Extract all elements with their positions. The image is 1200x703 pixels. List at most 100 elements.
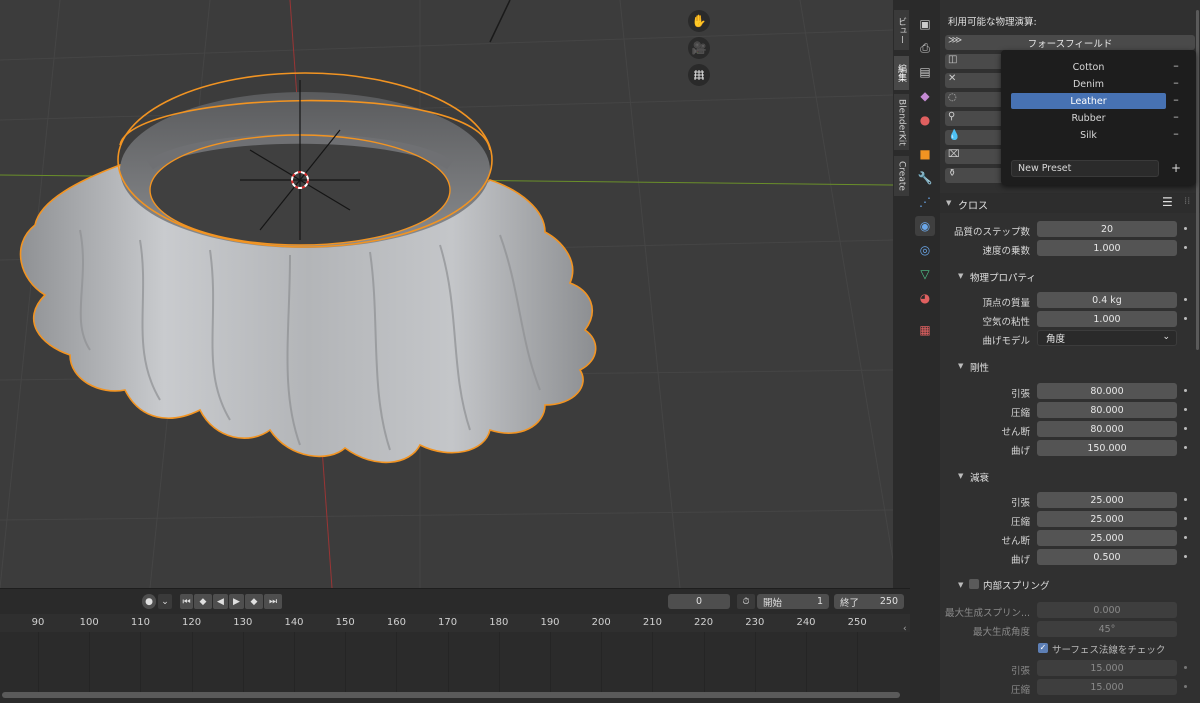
internal-springs-header[interactable]: 内部スプリング [983, 578, 1050, 592]
keyframe-dot[interactable] [1184, 498, 1187, 501]
collapse-arrow-icon: ▼ [946, 199, 952, 207]
keyframe-dot[interactable] [1184, 685, 1187, 688]
next-keyframe-icon[interactable]: ◆ [245, 594, 263, 609]
keyframe-dot[interactable] [1184, 389, 1187, 392]
spring-compression-field[interactable]: 15.000 [1037, 679, 1177, 695]
keyframe-dot[interactable] [1184, 517, 1187, 520]
jump-start-icon[interactable]: ⏮ [180, 594, 193, 609]
keyframe-dot[interactable] [1184, 427, 1187, 430]
stiffness-compression-field[interactable]: 80.000 [1037, 402, 1177, 418]
stiffness-shear-field[interactable]: 80.000 [1037, 421, 1177, 437]
start-frame-field[interactable]: 開始 1 [757, 594, 829, 609]
keyframe-dot[interactable] [1184, 246, 1187, 249]
collapse-arrow-icon[interactable]: ▼ [958, 581, 963, 589]
world-icon[interactable]: ● [915, 110, 935, 130]
constraints-icon[interactable]: ◎ [915, 240, 935, 260]
frame-ruler[interactable]: 90 100 110 120 130 140 150 160 170 180 190 200 210 22… [0, 614, 910, 632]
physical-properties-header[interactable]: 物理プロパティ [970, 270, 1036, 284]
quality-steps-field[interactable]: 20 [1037, 221, 1177, 237]
keyframe-dot[interactable] [1184, 408, 1187, 411]
grid-icon[interactable] [688, 64, 710, 86]
preset-item-leather[interactable]: Leather [1011, 93, 1166, 109]
remove-preset-button[interactable]: – [1171, 93, 1181, 106]
properties-scrollbar[interactable] [1196, 10, 1199, 350]
tab-blenderkit[interactable]: BlenderKit [894, 94, 909, 150]
collapse-arrow-icon[interactable]: ▼ [958, 472, 963, 480]
preset-item-denim[interactable]: Denim [1011, 76, 1166, 92]
collapse-arrow-icon[interactable]: ▼ [958, 362, 963, 370]
stiffness-bending-field[interactable]: 150.000 [1037, 440, 1177, 456]
output-icon[interactable]: ⎙ [915, 38, 935, 58]
preset-item-cotton[interactable]: Cotton [1011, 59, 1166, 75]
preset-item-rubber[interactable]: Rubber [1011, 110, 1166, 126]
fluid-icon: 💧 [948, 130, 961, 141]
keyframe-dot[interactable] [1184, 666, 1187, 669]
remove-preset-button[interactable]: – [1171, 110, 1181, 123]
chevron-down-icon[interactable]: ⌄ [158, 594, 172, 609]
stiffness-header[interactable]: 剛性 [970, 360, 989, 374]
keyframe-dot[interactable] [1184, 298, 1187, 301]
texture-icon[interactable]: ▦ [915, 320, 935, 340]
timeline-scrollbar[interactable] [2, 692, 900, 698]
keyframe-dot[interactable] [1184, 317, 1187, 320]
cloth-panel-header[interactable]: ▼ クロス ☰ ⁞⁞ [940, 193, 1200, 213]
view-layer-icon[interactable]: ▤ [915, 62, 935, 82]
damping-header[interactable]: 減衰 [970, 470, 989, 484]
tab-edit[interactable]: 編集 [894, 56, 909, 90]
modifier-icon[interactable]: 🔧 [915, 168, 935, 188]
remove-preset-button[interactable]: – [1171, 59, 1181, 72]
internal-springs-checkbox[interactable] [969, 579, 979, 589]
check-normals-checkbox[interactable]: ✓ [1038, 643, 1048, 653]
3d-viewport[interactable]: ✋ 🎥 [0, 0, 893, 588]
keyframe-dot[interactable] [1184, 227, 1187, 230]
data-icon[interactable]: ▽ [915, 264, 935, 284]
tab-view[interactable]: ビュー [894, 10, 909, 50]
remove-preset-button[interactable]: – [1171, 76, 1181, 89]
scene-canvas[interactable] [0, 0, 893, 588]
particles-icon[interactable]: ⋰ [915, 192, 935, 212]
keyframe-dot[interactable] [1184, 536, 1187, 539]
hand-icon[interactable]: ✋ [688, 10, 710, 32]
drag-handle-icon[interactable]: ⁞⁞ [1184, 196, 1190, 207]
preset-list-icon[interactable]: ☰ [1162, 195, 1173, 209]
spring-tension-field[interactable]: 15.000 [1037, 660, 1177, 676]
damping-tension-field[interactable]: 25.000 [1037, 492, 1177, 508]
max-creation-angle-field[interactable]: 45° [1037, 621, 1177, 637]
render-icon[interactable]: ▣ [915, 14, 935, 34]
remove-preset-button[interactable]: – [1171, 127, 1181, 140]
preset-item-silk[interactable]: Silk [1011, 127, 1166, 143]
physics-icon[interactable]: ◉ [915, 216, 935, 236]
damping-compression-field[interactable]: 25.000 [1037, 511, 1177, 527]
add-preset-button[interactable]: + [1169, 161, 1183, 175]
damping-bending-field[interactable]: 0.500 [1037, 549, 1177, 565]
keyframe-dot[interactable] [1184, 446, 1187, 449]
rigid-body-icon: ⌧ [948, 149, 960, 160]
speed-multiplier-field[interactable]: 1.000 [1037, 240, 1177, 256]
max-spring-length-field[interactable]: 0.000 [1037, 602, 1177, 618]
play-icon[interactable]: ▶ [229, 594, 244, 609]
record-button[interactable]: ● [142, 594, 156, 609]
vertex-mass-field[interactable]: 0.4 kg [1037, 292, 1177, 308]
keyframe-dot[interactable] [1184, 555, 1187, 558]
object-icon[interactable]: ■ [915, 144, 935, 164]
tab-create[interactable]: Create [894, 156, 909, 196]
stiffness-tension-field[interactable]: 80.000 [1037, 383, 1177, 399]
prev-keyframe-icon[interactable]: ◆ [194, 594, 212, 609]
jump-end-icon[interactable]: ⏭ [264, 594, 282, 609]
timeline-track-area[interactable] [0, 632, 910, 692]
force-field-button[interactable]: ⋙ フォースフィールド [945, 35, 1195, 50]
damping-shear-field[interactable]: 25.000 [1037, 530, 1177, 546]
end-frame-field[interactable]: 終了 250 [834, 594, 904, 609]
play-reverse-icon[interactable]: ◀ [213, 594, 228, 609]
bending-model-select[interactable]: 角度 ⌄ [1037, 330, 1177, 346]
scene-icon[interactable]: ◆ [915, 86, 935, 106]
material-icon[interactable]: ◕ [915, 288, 935, 308]
collapse-arrow-icon[interactable]: ▼ [958, 272, 963, 280]
frame-grid-line [38, 632, 39, 692]
chevron-left-icon[interactable]: ‹ [903, 624, 907, 634]
current-frame-field[interactable]: 0 [668, 594, 730, 609]
stopwatch-icon[interactable]: ⏱ [737, 594, 755, 609]
camera-icon[interactable]: 🎥 [688, 37, 710, 59]
air-viscosity-field[interactable]: 1.000 [1037, 311, 1177, 327]
new-preset-input[interactable] [1011, 160, 1159, 177]
